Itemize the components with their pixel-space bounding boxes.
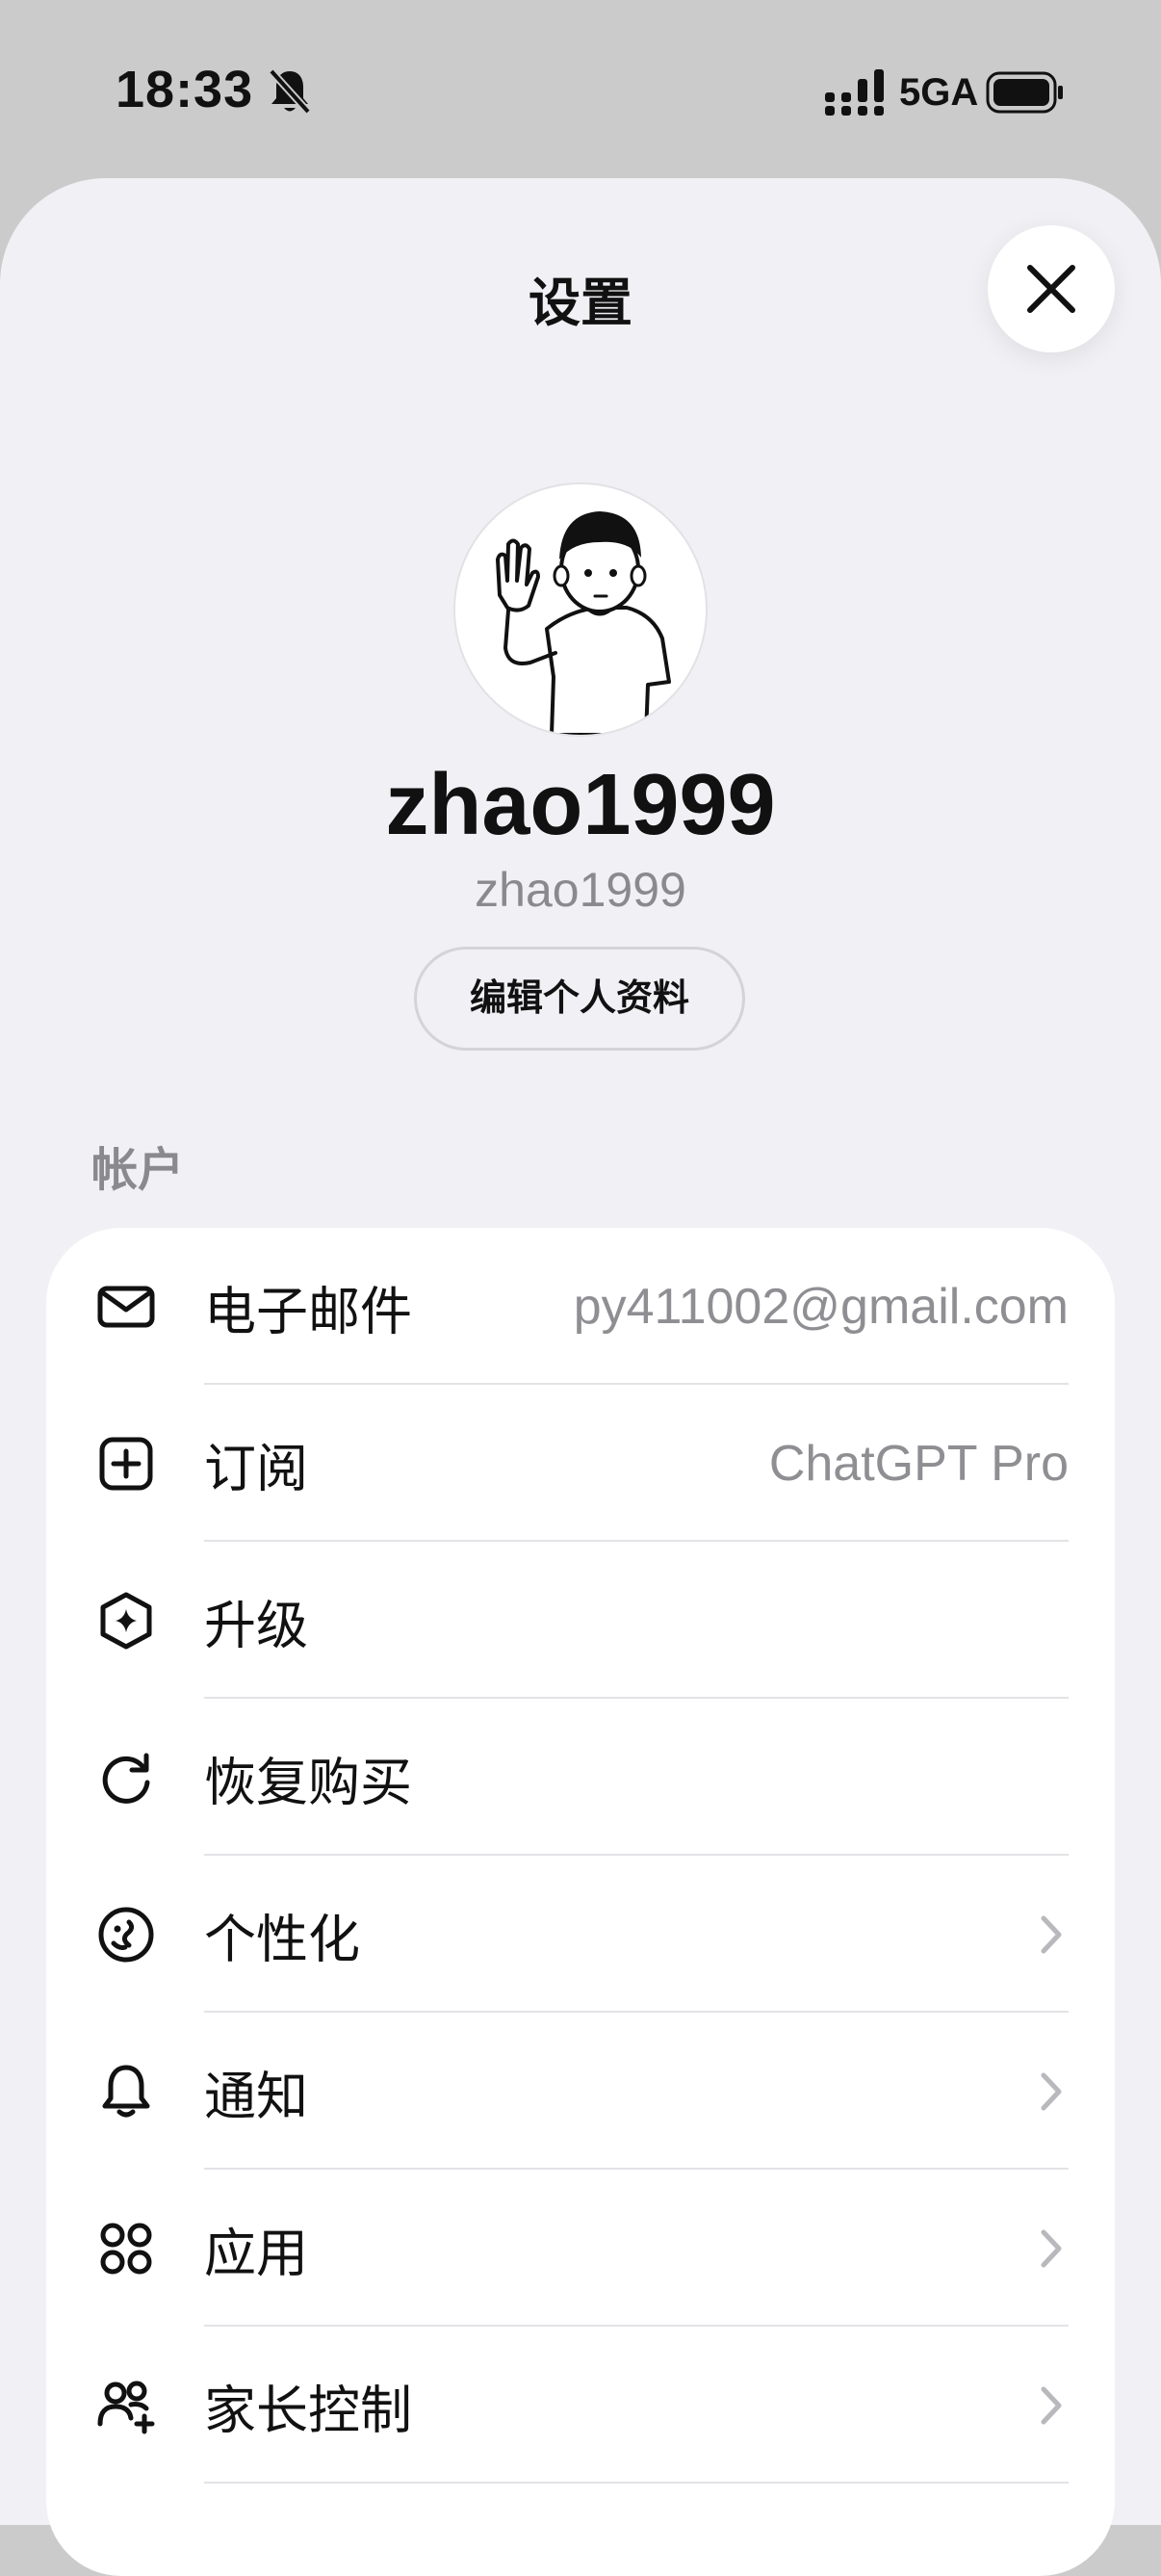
settings-row-label: 升级: [204, 1597, 308, 1654]
plus-square-icon: [99, 1437, 153, 1490]
bell-slash-icon: [269, 68, 311, 115]
status-time: 18:33: [116, 61, 254, 118]
chevron-right-icon: [1041, 2072, 1062, 2110]
settings-row-label: 订阅: [204, 1440, 308, 1497]
settings-row-label: 个性化: [204, 1911, 360, 1968]
account-settings-group: 电子邮件 py411002@gmail.com 订阅 ChatGPT Pro 升…: [46, 1228, 1115, 2576]
settings-sheet: 设置 zhao1999 zhao1999 编辑个人资料 帐户 电子邮件 py41…: [0, 178, 1161, 2576]
chevron-right-icon: [1041, 1915, 1062, 1953]
settings-row-upgrade[interactable]: 升级: [46, 1542, 1115, 1699]
settings-row-restore-purchases[interactable]: 恢复购买: [46, 1699, 1115, 1856]
settings-row-notifications[interactable]: 通知: [46, 2013, 1115, 2170]
page-title: 设置: [529, 274, 632, 332]
settings-row-label: 应用: [204, 2225, 308, 2282]
edit-profile-button[interactable]: 编辑个人资料: [414, 947, 745, 1051]
settings-row-label: 通知: [204, 2068, 308, 2125]
network-type: 5GA: [899, 71, 979, 114]
settings-row-label: 电子邮件: [204, 1283, 412, 1340]
status-bar: 18:33 5GA: [0, 0, 1161, 178]
signal-icon: [825, 69, 884, 116]
settings-row-label: 恢复购买: [204, 1754, 412, 1811]
settings-row-apps[interactable]: 应用: [46, 2170, 1115, 2327]
waving-person-avatar-icon: [496, 511, 671, 735]
mail-icon: [97, 1286, 155, 1327]
personalization-icon: [98, 1907, 154, 1962]
battery-icon: [986, 71, 1063, 114]
settings-row-value: py411002@gmail.com: [573, 1278, 1069, 1335]
chevron-right-icon: [1041, 2229, 1062, 2267]
close-button[interactable]: [988, 225, 1115, 352]
sparkle-hexagon-icon: [100, 1592, 152, 1649]
chevron-right-icon: [1041, 2386, 1062, 2424]
profile-username: zhao1999: [475, 863, 686, 917]
family-icon: [97, 2381, 155, 2433]
settings-row-email[interactable]: 电子邮件 py411002@gmail.com: [46, 1228, 1115, 1385]
bell-icon: [102, 2065, 150, 2117]
avatar[interactable]: [455, 484, 706, 735]
settings-row-personalization[interactable]: 个性化: [46, 1856, 1115, 2013]
settings-row-parental-controls[interactable]: 家长控制: [46, 2327, 1115, 2484]
row-divider: [204, 2482, 1069, 2484]
profile-display-name: zhao1999: [385, 757, 776, 853]
close-icon: [1027, 265, 1075, 313]
settings-row-label: 家长控制: [204, 2381, 412, 2439]
section-header-account: 帐户: [91, 1145, 185, 1196]
settings-row-value: ChatGPT Pro: [768, 1435, 1069, 1492]
apps-grid-icon: [100, 2223, 152, 2274]
settings-row-subscription[interactable]: 订阅 ChatGPT Pro: [46, 1385, 1115, 1542]
refresh-icon: [102, 1753, 150, 1804]
